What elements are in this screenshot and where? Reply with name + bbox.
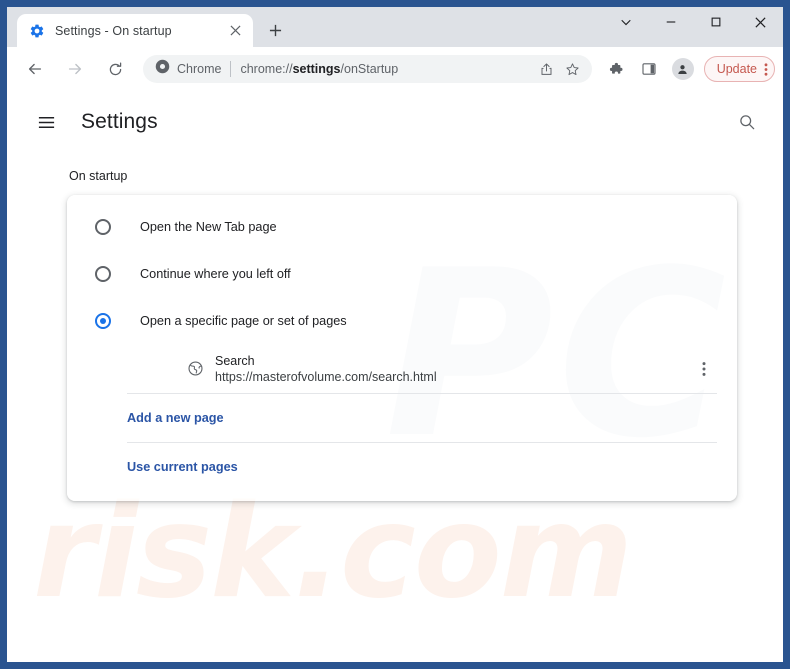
browser-window: Settings - On startup Chrome chrome://se… xyxy=(0,0,790,669)
startup-option-label: Open the New Tab page xyxy=(140,219,277,234)
browser-tab[interactable]: Settings - On startup xyxy=(17,14,253,47)
radio-button[interactable] xyxy=(95,265,111,282)
back-arrow-icon[interactable] xyxy=(20,54,50,84)
omnibox-icons xyxy=(534,56,586,82)
tab-strip: Settings - On startup xyxy=(7,7,783,47)
omnibox-url: chrome://settings/onStartup xyxy=(240,62,533,76)
browser-toolbar: Chrome chrome://settings/onStartup Updat… xyxy=(7,47,783,91)
startup-option-new-tab[interactable]: Open the New Tab page xyxy=(67,203,737,250)
settings-page: PC risk.com Settings On startup Open the… xyxy=(7,91,783,662)
chrome-logo-icon xyxy=(155,59,170,79)
startup-option-continue[interactable]: Continue where you left off xyxy=(67,250,737,297)
startup-page-menu-icon[interactable] xyxy=(691,356,717,382)
watermark-secondary: risk.com xyxy=(33,478,633,627)
side-panel-icon[interactable] xyxy=(635,55,663,83)
share-icon[interactable] xyxy=(534,56,560,82)
url-prefix: chrome:// xyxy=(240,62,293,76)
new-tab-button[interactable] xyxy=(261,16,289,44)
window-controls xyxy=(603,7,783,47)
tab-title: Settings - On startup xyxy=(55,23,172,38)
forward-arrow-icon[interactable] xyxy=(60,54,90,84)
update-button[interactable]: Update xyxy=(703,56,775,82)
startup-page-name: Search xyxy=(215,353,255,368)
close-tab-icon[interactable] xyxy=(225,21,245,41)
omnibox-separator xyxy=(230,61,232,77)
startup-option-label: Open a specific page or set of pages xyxy=(140,313,347,328)
radio-button[interactable] xyxy=(95,218,111,235)
chrome-badge-label: Chrome xyxy=(177,62,222,76)
page-title: Settings xyxy=(81,110,158,133)
chevron-down-icon[interactable] xyxy=(603,7,648,37)
startup-option-specific-pages[interactable]: Open a specific page or set of pages xyxy=(67,297,737,344)
star-icon[interactable] xyxy=(560,56,586,82)
puzzle-icon[interactable] xyxy=(601,55,629,83)
minimize-icon[interactable] xyxy=(648,7,693,37)
address-bar[interactable]: Chrome chrome://settings/onStartup xyxy=(143,55,592,83)
hamburger-icon[interactable] xyxy=(33,109,59,135)
globe-icon xyxy=(185,359,205,379)
three-dot-menu-icon[interactable] xyxy=(764,62,768,77)
startup-settings-card: Open the New Tab page Continue where you… xyxy=(67,195,737,501)
url-suffix: /onStartup xyxy=(340,62,399,76)
search-icon[interactable] xyxy=(733,108,761,136)
use-current-pages-label: Use current pages xyxy=(127,460,238,474)
settings-header: Settings xyxy=(7,91,783,135)
radio-button-selected[interactable] xyxy=(95,312,111,329)
add-new-page-button[interactable]: Add a new page xyxy=(67,394,737,442)
chrome-badge: Chrome xyxy=(155,59,221,79)
profile-avatar[interactable] xyxy=(671,58,694,80)
section-label: On startup xyxy=(69,169,128,183)
close-window-icon[interactable] xyxy=(738,7,783,37)
update-label: Update xyxy=(716,62,757,76)
reload-icon[interactable] xyxy=(100,54,130,84)
add-new-page-label: Add a new page xyxy=(127,411,224,425)
gear-icon xyxy=(29,23,45,39)
url-bold-part: settings xyxy=(292,62,341,76)
startup-page-text: Search https://masterofvolume.com/search… xyxy=(215,353,437,385)
startup-option-label: Continue where you left off xyxy=(140,266,291,281)
startup-page-item[interactable]: Search https://masterofvolume.com/search… xyxy=(67,344,737,393)
use-current-pages-button[interactable]: Use current pages xyxy=(67,443,737,491)
maximize-icon[interactable] xyxy=(693,7,738,37)
startup-page-url: https://masterofvolume.com/search.html xyxy=(215,369,437,384)
toolbar-right-actions: Update xyxy=(598,55,775,83)
